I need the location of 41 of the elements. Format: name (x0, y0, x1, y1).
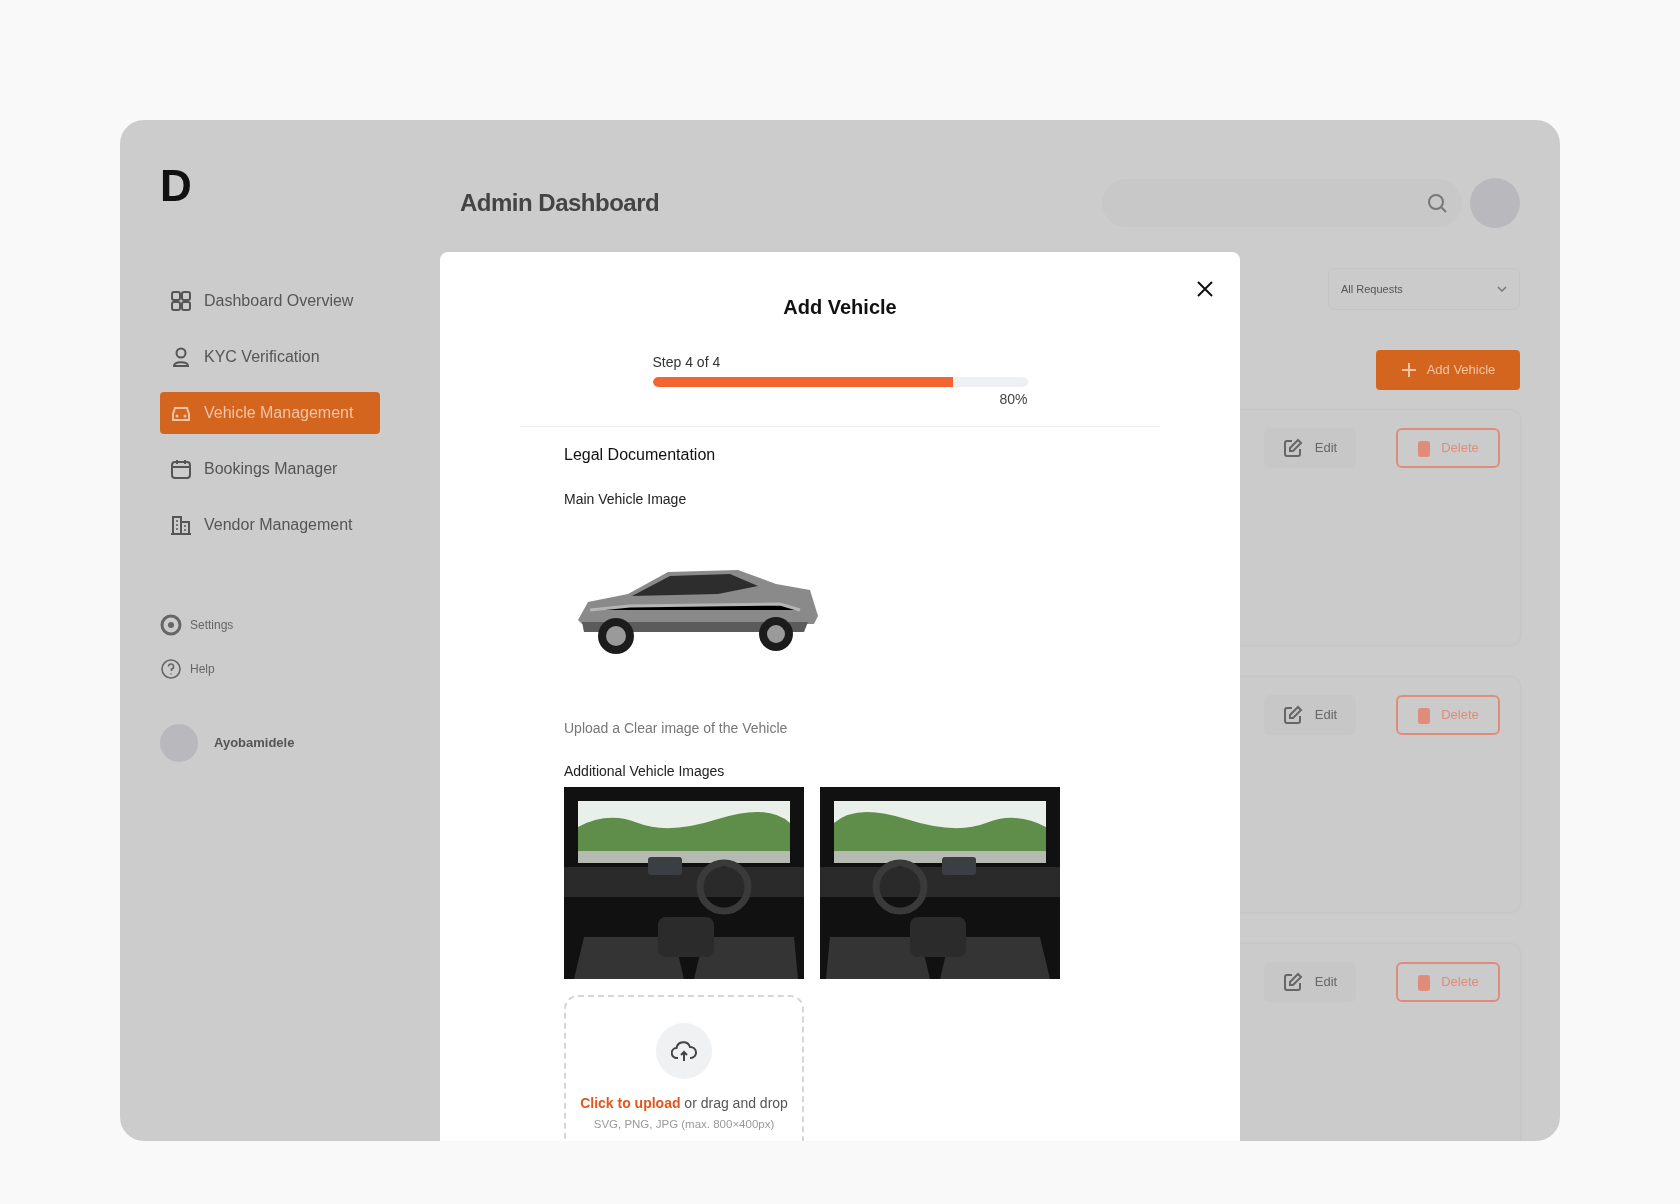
sidebar-item[interactable]: KYC Verification (160, 336, 380, 378)
step-label: Step 4 of 4 (652, 353, 722, 372)
hint-text: Upload a Clear image of the Vehicle (564, 719, 789, 738)
edit-button[interactable]: Edit (1264, 428, 1356, 468)
upload-dropzone[interactable]: Click to upload or drag and drop SVG, PNG, JPG (max. 800×400px) (564, 995, 804, 1141)
edit-icon (1282, 972, 1303, 992)
user-name: Ayobamidele (214, 734, 295, 753)
section-title: Legal Documentation (564, 445, 717, 465)
grid-icon (170, 290, 192, 312)
sidebar-link[interactable]: Help (160, 654, 420, 684)
sidebar-item[interactable]: Vendor Management (160, 504, 380, 546)
search-field[interactable] (1102, 179, 1462, 227)
sidebar-item[interactable]: Bookings Manager (160, 448, 380, 490)
close-icon (1196, 279, 1214, 298)
edit-button[interactable]: Edit (1264, 695, 1356, 735)
help-icon (160, 658, 182, 680)
edit-button[interactable]: Edit (1264, 962, 1356, 1002)
chevron-icon (1497, 286, 1507, 292)
upload-link[interactable]: Click to upload (580, 1095, 681, 1111)
upload-formats: SVG, PNG, JPG (max. 800×400px) (593, 1117, 775, 1132)
edit-icon (1282, 705, 1303, 725)
cloud-upload-icon (671, 1039, 697, 1063)
logo: D (160, 164, 193, 208)
upload-instruction: Click to upload or drag and drop (580, 1094, 788, 1113)
modal-title: Add Vehicle (783, 295, 897, 320)
person-icon (170, 346, 192, 368)
calendar-icon (170, 458, 192, 480)
sidebar-link[interactable]: Settings (160, 610, 420, 640)
filter-dropdown[interactable]: All Requests (1328, 268, 1520, 310)
sidebar-item[interactable]: Dashboard Overview (160, 280, 380, 322)
edit-icon (1282, 438, 1303, 458)
page-title: Admin Dashboard (460, 188, 660, 218)
progress-percent: 80% (998, 390, 1028, 409)
building-icon (170, 514, 192, 536)
field-label: Additional Vehicle Images (564, 762, 726, 781)
add-vehicle-button[interactable]: Add Vehicle (1376, 350, 1520, 390)
gear-icon (160, 614, 182, 636)
plus-icon (1400, 362, 1417, 378)
sidebar-item[interactable]: Vehicle Management (160, 392, 380, 434)
search-icon (1426, 192, 1448, 214)
field-label: Main Vehicle Image (564, 490, 688, 509)
